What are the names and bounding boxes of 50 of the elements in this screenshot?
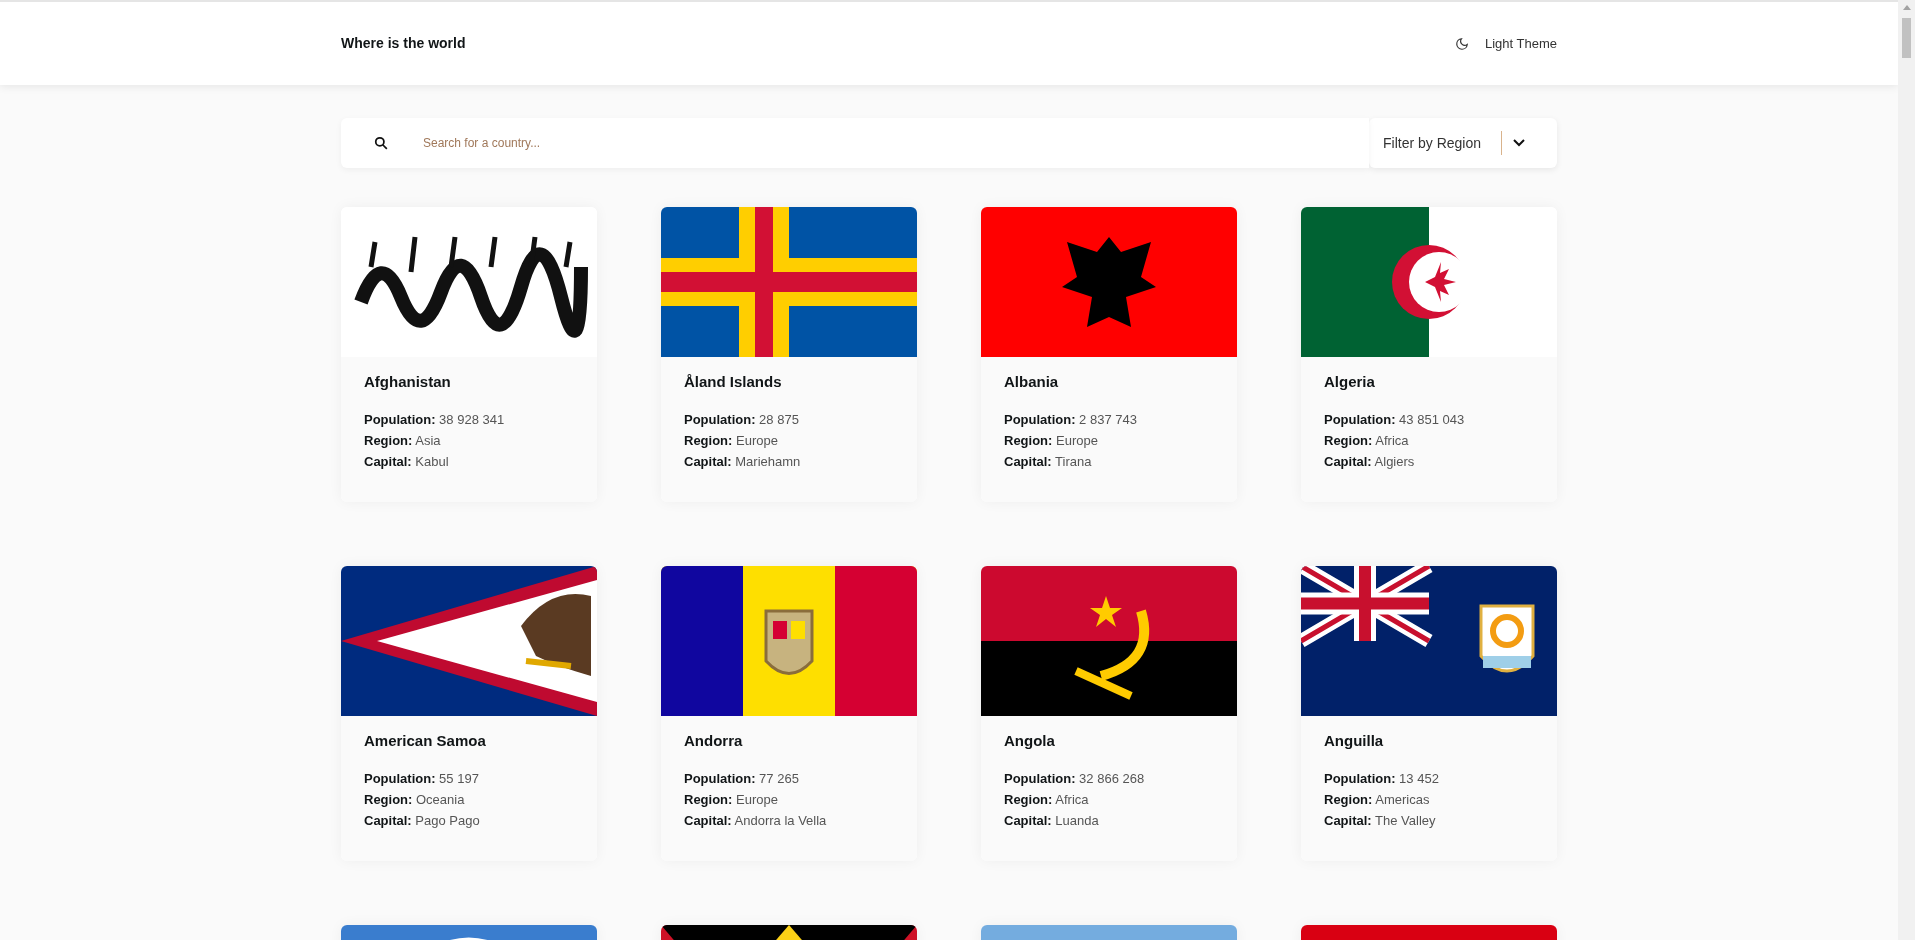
country-detail: Capital: Algiers [1324,452,1416,471]
country-detail: Population: 38 928 341 [364,410,506,429]
country-name: Afghanistan [364,372,452,392]
country-detail: Population: 2 837 743 [1004,410,1138,429]
chevron-down-icon [1513,139,1526,147]
country-card[interactable]: Andorra Population: 77 265 Region: Europe Capital: Andorra la Vella [661,566,917,861]
country-detail: Population: 28 875 [684,410,800,429]
country-card[interactable]: Albania Population: 2 837 743 Region: Europe Capital: Tirana [981,207,1237,502]
country-detail: Population: 13 452 [1324,769,1440,788]
country-name: Åland Islands [684,372,783,392]
country-card[interactable]: Åland Islands Population: 28 875 Region: Europe Capital: Mariehamn [661,207,917,502]
search-field[interactable]: Search for a country... [341,118,1369,168]
country-card[interactable]: American Samoa Population: 55 197 Region: Oceania Capital: Pago Pago [341,566,597,861]
country-detail: Region: Asia [364,431,442,450]
country-detail: Region: Americas [1324,790,1431,809]
country-detail: Region: Europe [1004,431,1099,450]
country-detail: Population: 32 866 268 [1004,769,1146,788]
country-detail: Capital: Tirana [1004,452,1093,471]
country-detail: Region: Europe [684,790,779,809]
scrollbar[interactable] [1898,0,1915,940]
country-name: Albania [1004,372,1060,392]
country-detail: Capital: Andorra la Vella [684,811,828,830]
country-card[interactable]: Anguilla Population: 13 452 Region: Americas Capital: The Valley [1301,566,1557,861]
scrollbar-thumb[interactable] [1902,18,1911,58]
country-detail: Capital: Pago Pago [364,811,481,830]
country-card[interactable]: Algeria Population: 43 851 043 Region: Africa Capital: Algiers [1301,207,1557,502]
country-detail: Capital: Mariehamn [684,452,802,471]
country-detail: Region: Europe [684,431,779,450]
country-detail: Region: Africa [1324,431,1410,450]
country-name: Andorra [684,731,744,751]
country-detail: Capital: Luanda [1004,811,1100,830]
country-detail: Population: 77 265 [684,769,800,788]
country-card[interactable]: Afghanistan Population: 38 928 341 Region: Asia Capital: Kabul [341,207,597,502]
country-detail: Region: Oceania [364,790,466,809]
search-icon [374,136,388,150]
country-detail: Population: 43 851 043 [1324,410,1466,429]
country-name: American Samoa [364,731,487,751]
country-name: Angola [1004,731,1056,751]
country-detail: Population: 55 197 [364,769,480,788]
country-name: Anguilla [1324,731,1385,751]
moon-icon [1454,36,1469,51]
country-name: Algeria [1324,372,1376,392]
scroll-up-arrow-icon[interactable] [1902,5,1911,10]
country-detail: Capital: Kabul [364,452,450,471]
country-detail: Capital: The Valley [1324,811,1437,830]
site-title: Where is the world [341,34,466,53]
theme-toggle[interactable]: Light Theme [1454,33,1557,54]
country-card[interactable]: Angola Population: 32 866 268 Region: Africa Capital: Luanda [981,566,1237,861]
region-filter-dropdown[interactable]: Filter by Region [1369,118,1557,168]
country-detail: Region: Africa [1004,790,1090,809]
